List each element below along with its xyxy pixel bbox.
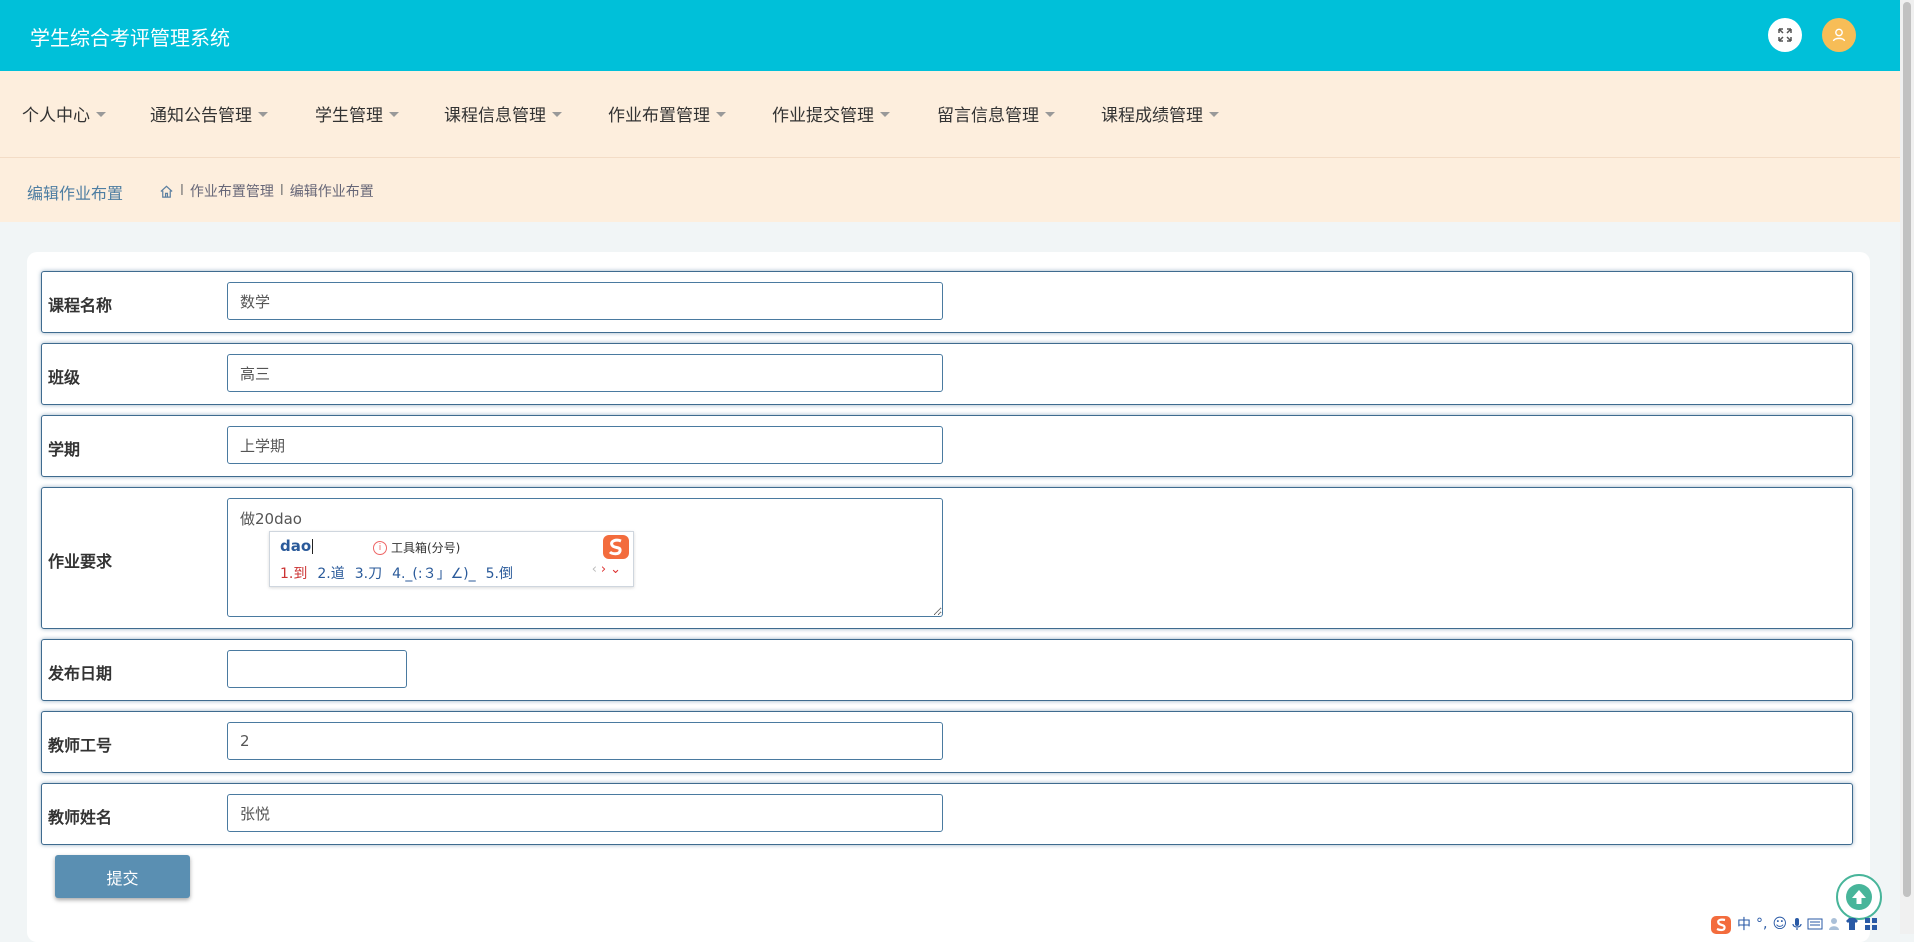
teacher-id-label: 教师工号: [48, 736, 113, 755]
class-input[interactable]: [227, 354, 943, 392]
top-bar: 学生综合考评管理系统: [0, 0, 1900, 71]
caret-down-icon: [258, 112, 268, 117]
microphone-icon[interactable]: [1792, 917, 1802, 931]
form-row-publish-date: 发布日期: [41, 639, 1853, 701]
caret-down-icon: [389, 112, 399, 117]
fullscreen-button[interactable]: [1768, 18, 1802, 52]
breadcrumb-homework-assign[interactable]: 作业布置管理: [190, 181, 274, 201]
main-menu: 个人中心 通知公告管理 学生管理 课程信息管理 作业布置管理 作业提交管理 留言…: [0, 71, 1900, 158]
menu-notice-management[interactable]: 通知公告管理: [150, 101, 268, 126]
emoji-icon[interactable]: ☺: [1772, 916, 1787, 932]
submit-button[interactable]: 提交: [55, 855, 190, 898]
breadcrumb-bar: 编辑作业布置 l 作业布置管理 l 编辑作业布置: [0, 158, 1900, 222]
user-icon[interactable]: [1828, 917, 1840, 931]
menu-homework-assign-management[interactable]: 作业布置管理: [608, 101, 726, 126]
caret-down-icon: [1209, 112, 1219, 117]
menu-personal-center[interactable]: 个人中心: [22, 101, 106, 126]
ime-punct-toggle[interactable]: °,: [1756, 916, 1767, 932]
skin-shirt-icon[interactable]: [1845, 917, 1859, 931]
ime-toolbox[interactable]: i 工具箱(分号): [373, 539, 460, 556]
menu-label: 作业布置管理: [608, 106, 710, 126]
info-icon: i: [373, 540, 387, 555]
scrollbar-thumb[interactable]: [1903, 2, 1911, 897]
menu-label: 通知公告管理: [150, 106, 252, 126]
teacher-name-input[interactable]: [227, 794, 943, 832]
chevron-left-icon[interactable]: ‹: [592, 562, 601, 577]
arrow-up-icon: [1846, 884, 1872, 910]
course-name-label: 课程名称: [48, 296, 113, 315]
form-row-class: 班级: [41, 343, 1853, 405]
breadcrumb-separator: l: [279, 183, 284, 199]
user-avatar-icon: [1832, 28, 1846, 42]
teacher-name-label: 教师姓名: [48, 808, 113, 827]
text-caret: [312, 539, 314, 554]
ime-page-nav: ‹›⌄: [592, 562, 625, 577]
menu-homework-submit-management[interactable]: 作业提交管理: [772, 101, 890, 126]
menu-message-management[interactable]: 留言信息管理: [937, 101, 1055, 126]
user-avatar-button[interactable]: [1822, 18, 1856, 52]
ime-candidate[interactable]: 4._(:３」∠)_: [392, 563, 476, 583]
page-scrollbar[interactable]: [1900, 0, 1914, 934]
caret-down-icon: [552, 112, 562, 117]
ime-status-bar: 中 °, ☺: [1710, 914, 1900, 934]
form-row-teacher-name: 教师姓名: [41, 783, 1853, 845]
teacher-id-input[interactable]: [227, 722, 943, 760]
ime-composition: dao: [280, 537, 314, 555]
requirement-label: 作业要求: [48, 552, 113, 571]
menu-student-management[interactable]: 学生管理: [315, 101, 399, 126]
ime-candidate-popup: dao i 工具箱(分号) 1.到 2.道 3.刀 4._(:３」∠)_ 5.倒…: [269, 531, 634, 587]
keyboard-icon[interactable]: [1807, 918, 1823, 930]
ime-toolbox-label: 工具箱(分号): [391, 541, 461, 555]
ime-candidate[interactable]: 1.到: [280, 563, 307, 583]
breadcrumb-edit-homework: 编辑作业布置: [289, 184, 374, 200]
menu-label: 个人中心: [22, 106, 90, 126]
fullscreen-icon: [1778, 28, 1792, 42]
caret-down-icon: [880, 112, 890, 117]
semester-input[interactable]: [227, 426, 943, 464]
breadcrumb: l 作业布置管理 l 编辑作业布置: [159, 181, 374, 201]
grid-menu-icon[interactable]: [1864, 917, 1878, 931]
menu-label: 课程成绩管理: [1101, 106, 1203, 126]
ime-candidates: 1.到 2.道 3.刀 4._(:３」∠)_ 5.倒: [280, 563, 513, 583]
ime-candidate[interactable]: 5.倒: [486, 563, 513, 583]
publish-date-label: 发布日期: [48, 664, 113, 683]
menu-label: 课程信息管理: [444, 106, 546, 126]
chevron-down-icon[interactable]: ⌄: [610, 562, 625, 577]
sogou-logo-icon[interactable]: [1710, 914, 1732, 934]
breadcrumb-separator: l: [180, 183, 184, 199]
publish-date-input[interactable]: [227, 650, 407, 688]
caret-down-icon: [1045, 112, 1055, 117]
page-title: 编辑作业布置: [27, 184, 124, 203]
home-icon[interactable]: [159, 184, 174, 199]
ime-candidate[interactable]: 2.道: [317, 563, 344, 583]
ime-candidate[interactable]: 3.刀: [355, 563, 382, 583]
class-label: 班级: [48, 368, 81, 387]
menu-course-management[interactable]: 课程信息管理: [444, 101, 562, 126]
app-title: 学生综合考评管理系统: [30, 26, 230, 50]
menu-label: 留言信息管理: [937, 106, 1039, 126]
menu-grade-management[interactable]: 课程成绩管理: [1101, 101, 1219, 126]
ime-mode-toggle[interactable]: 中: [1737, 914, 1751, 934]
form-row-course-name: 课程名称: [41, 271, 1853, 333]
caret-down-icon: [716, 112, 726, 117]
ime-input-text: dao: [280, 537, 312, 555]
caret-down-icon: [96, 112, 106, 117]
chevron-right-icon[interactable]: ›: [601, 562, 610, 577]
menu-label: 作业提交管理: [772, 106, 874, 126]
course-name-input[interactable]: [227, 282, 943, 320]
form-row-teacher-id: 教师工号: [41, 711, 1853, 773]
sogou-logo-icon: [603, 535, 629, 559]
form-row-semester: 学期: [41, 415, 1853, 477]
semester-label: 学期: [48, 440, 81, 459]
menu-label: 学生管理: [315, 106, 383, 126]
